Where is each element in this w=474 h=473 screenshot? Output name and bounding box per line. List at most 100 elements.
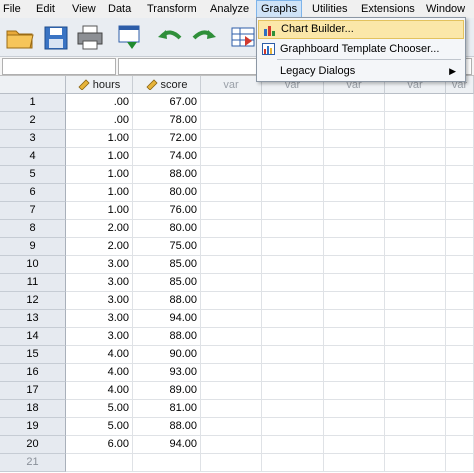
row-header[interactable]: 1 [0, 94, 66, 112]
cell-empty[interactable] [446, 292, 474, 310]
cell-empty[interactable] [262, 148, 324, 166]
cell-empty[interactable] [385, 238, 446, 256]
cell-empty[interactable] [324, 184, 385, 202]
cell-empty[interactable] [446, 202, 474, 220]
menu-item-legacy-dialogs[interactable]: Legacy Dialogs ▶ [258, 62, 464, 81]
cell-empty[interactable] [324, 454, 385, 472]
cell-score[interactable]: 89.00 [133, 382, 201, 400]
cell-empty[interactable] [262, 202, 324, 220]
menu-window[interactable]: Window [426, 0, 470, 18]
row-header[interactable]: 16 [0, 364, 66, 382]
menu-file[interactable]: File [3, 0, 27, 18]
cell-empty[interactable] [262, 346, 324, 364]
cell-score[interactable]: 67.00 [133, 94, 201, 112]
cell-empty[interactable] [446, 94, 474, 112]
cell-empty[interactable] [324, 238, 385, 256]
cell-hours[interactable]: 1.00 [66, 184, 133, 202]
cell-empty[interactable] [262, 130, 324, 148]
cell-empty[interactable] [446, 364, 474, 382]
cell-empty[interactable] [201, 328, 262, 346]
cell-hours[interactable]: 3.00 [66, 256, 133, 274]
cell-empty[interactable] [201, 130, 262, 148]
cell-score[interactable]: 94.00 [133, 436, 201, 454]
cell-empty[interactable] [446, 454, 474, 472]
cell-empty[interactable] [385, 148, 446, 166]
cell-empty[interactable] [324, 130, 385, 148]
cell-hours[interactable]: 4.00 [66, 382, 133, 400]
cell-hours[interactable]: 2.00 [66, 238, 133, 256]
cell-hours[interactable]: 5.00 [66, 400, 133, 418]
cell-empty[interactable] [201, 256, 262, 274]
cell-score[interactable]: 90.00 [133, 346, 201, 364]
row-header[interactable]: 3 [0, 130, 66, 148]
cell-empty[interactable] [324, 256, 385, 274]
cell-empty[interactable] [446, 130, 474, 148]
menu-graphs[interactable]: Graphs [256, 0, 302, 18]
cell-empty[interactable] [385, 310, 446, 328]
cell-empty[interactable] [201, 94, 262, 112]
cell-empty[interactable] [385, 346, 446, 364]
cell-empty[interactable] [262, 256, 324, 274]
cell-empty[interactable] [385, 166, 446, 184]
cell-empty[interactable] [262, 166, 324, 184]
cell-empty[interactable] [201, 400, 262, 418]
row-header[interactable]: 13 [0, 310, 66, 328]
cell-score[interactable] [133, 454, 201, 472]
cell-empty[interactable] [201, 238, 262, 256]
row-header[interactable]: 12 [0, 292, 66, 310]
cell-empty[interactable] [446, 166, 474, 184]
menu-transform[interactable]: Transform [147, 0, 197, 18]
cell-hours[interactable]: 3.00 [66, 292, 133, 310]
cell-hours[interactable]: 1.00 [66, 130, 133, 148]
recall-dialog-icon[interactable] [114, 22, 146, 52]
cell-empty[interactable] [324, 148, 385, 166]
cell-empty[interactable] [262, 310, 324, 328]
cell-empty[interactable] [385, 382, 446, 400]
cell-score[interactable]: 76.00 [133, 202, 201, 220]
cell-empty[interactable] [446, 418, 474, 436]
cell-empty[interactable] [385, 292, 446, 310]
cell-score[interactable]: 75.00 [133, 238, 201, 256]
row-header[interactable]: 2 [0, 112, 66, 130]
cell-score[interactable]: 85.00 [133, 256, 201, 274]
cell-empty[interactable] [324, 292, 385, 310]
cell-empty[interactable] [262, 382, 324, 400]
grid-corner[interactable] [0, 76, 66, 94]
cell-empty[interactable] [201, 184, 262, 202]
row-header[interactable]: 11 [0, 274, 66, 292]
cell-empty[interactable] [385, 184, 446, 202]
cell-hours[interactable]: 3.00 [66, 328, 133, 346]
row-header[interactable]: 4 [0, 148, 66, 166]
cell-empty[interactable] [385, 400, 446, 418]
cell-hours[interactable] [66, 454, 133, 472]
open-folder-icon[interactable] [4, 22, 36, 52]
row-header[interactable]: 10 [0, 256, 66, 274]
cell-empty[interactable] [446, 310, 474, 328]
menu-analyze[interactable]: Analyze [210, 0, 250, 18]
cell-empty[interactable] [446, 382, 474, 400]
cell-empty[interactable] [324, 220, 385, 238]
cell-empty[interactable] [446, 436, 474, 454]
cell-empty[interactable] [262, 418, 324, 436]
cell-hours[interactable]: 3.00 [66, 310, 133, 328]
row-header[interactable]: 8 [0, 220, 66, 238]
cell-score[interactable]: 88.00 [133, 328, 201, 346]
cell-score[interactable]: 88.00 [133, 166, 201, 184]
cell-empty[interactable] [262, 220, 324, 238]
cell-empty[interactable] [385, 202, 446, 220]
cell-empty[interactable] [201, 166, 262, 184]
cell-empty[interactable] [324, 274, 385, 292]
cell-empty[interactable] [324, 94, 385, 112]
cell-empty[interactable] [262, 454, 324, 472]
column-header-hours[interactable]: hours [66, 76, 133, 94]
menu-view[interactable]: View [72, 0, 98, 18]
cell-empty[interactable] [201, 274, 262, 292]
cell-empty[interactable] [201, 292, 262, 310]
cell-empty[interactable] [385, 130, 446, 148]
row-header[interactable]: 14 [0, 328, 66, 346]
cell-empty[interactable] [446, 112, 474, 130]
cell-empty[interactable] [385, 256, 446, 274]
cell-hours[interactable]: 1.00 [66, 148, 133, 166]
menu-item-chart-builder[interactable]: Chart Builder... [258, 20, 464, 39]
cell-empty[interactable] [201, 112, 262, 130]
